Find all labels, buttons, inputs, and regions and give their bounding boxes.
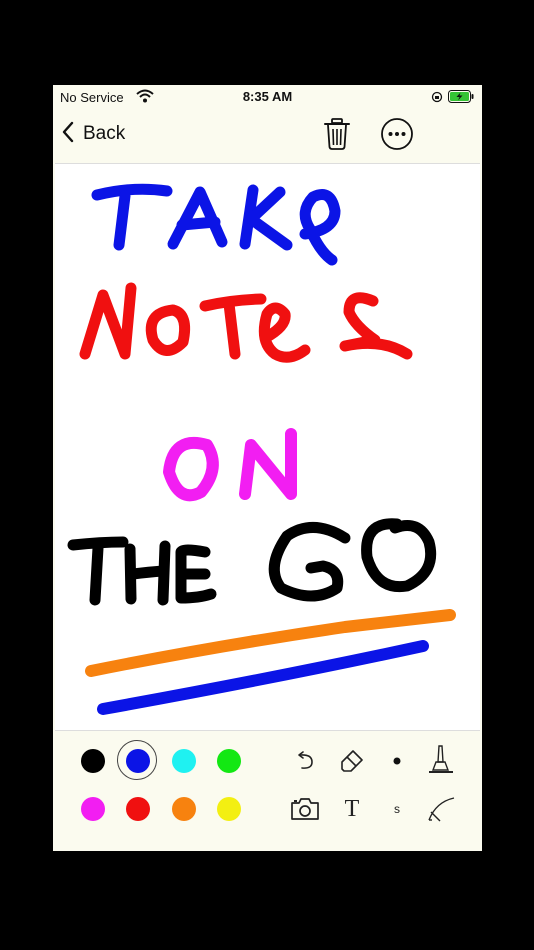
text-icon[interactable]: T (336, 793, 368, 825)
color-swatch-black[interactable] (81, 749, 105, 773)
handwriting-the-go (67, 518, 437, 606)
back-label: Back (83, 123, 126, 144)
color-swatch-cyan[interactable] (172, 749, 196, 773)
drawing-canvas[interactable] (55, 163, 480, 731)
ellipsis-circle-icon (381, 118, 413, 150)
underline-orange (85, 609, 456, 677)
marker-icon[interactable] (425, 743, 457, 775)
camera-icon[interactable] (289, 793, 321, 825)
handwriting-on (163, 428, 297, 502)
trash-icon (324, 118, 350, 150)
color-swatch-red[interactable] (126, 797, 150, 821)
handwriting-notes (79, 282, 413, 363)
clock: 8:35 AM (242, 89, 293, 104)
color-swatch-magenta[interactable] (81, 797, 105, 821)
chevron-left-icon (61, 121, 75, 148)
more-options-button[interactable] (380, 117, 414, 151)
eraser-icon[interactable] (336, 745, 368, 777)
color-swatch-green[interactable] (217, 749, 241, 773)
app-window: No Service 8:35 AM Back T s (53, 85, 482, 851)
navigation-bar: Back (53, 109, 482, 161)
handwriting-take (91, 183, 341, 266)
orientation-lock-icon (431, 91, 443, 106)
battery-icon (448, 90, 474, 106)
trash-button[interactable] (321, 117, 353, 151)
size-small-label[interactable]: s (381, 793, 413, 825)
status-bar: No Service 8:35 AM (53, 85, 482, 109)
color-swatch-blue[interactable] (117, 740, 157, 780)
pen-icon[interactable] (425, 793, 457, 825)
brush-size-dot-icon[interactable] (381, 745, 413, 777)
drawing-toolbar: T s (53, 731, 482, 851)
undo-icon[interactable] (289, 745, 321, 777)
back-button[interactable]: Back (61, 119, 125, 149)
color-swatch-yellow[interactable] (217, 797, 241, 821)
color-swatch-orange[interactable] (172, 797, 196, 821)
